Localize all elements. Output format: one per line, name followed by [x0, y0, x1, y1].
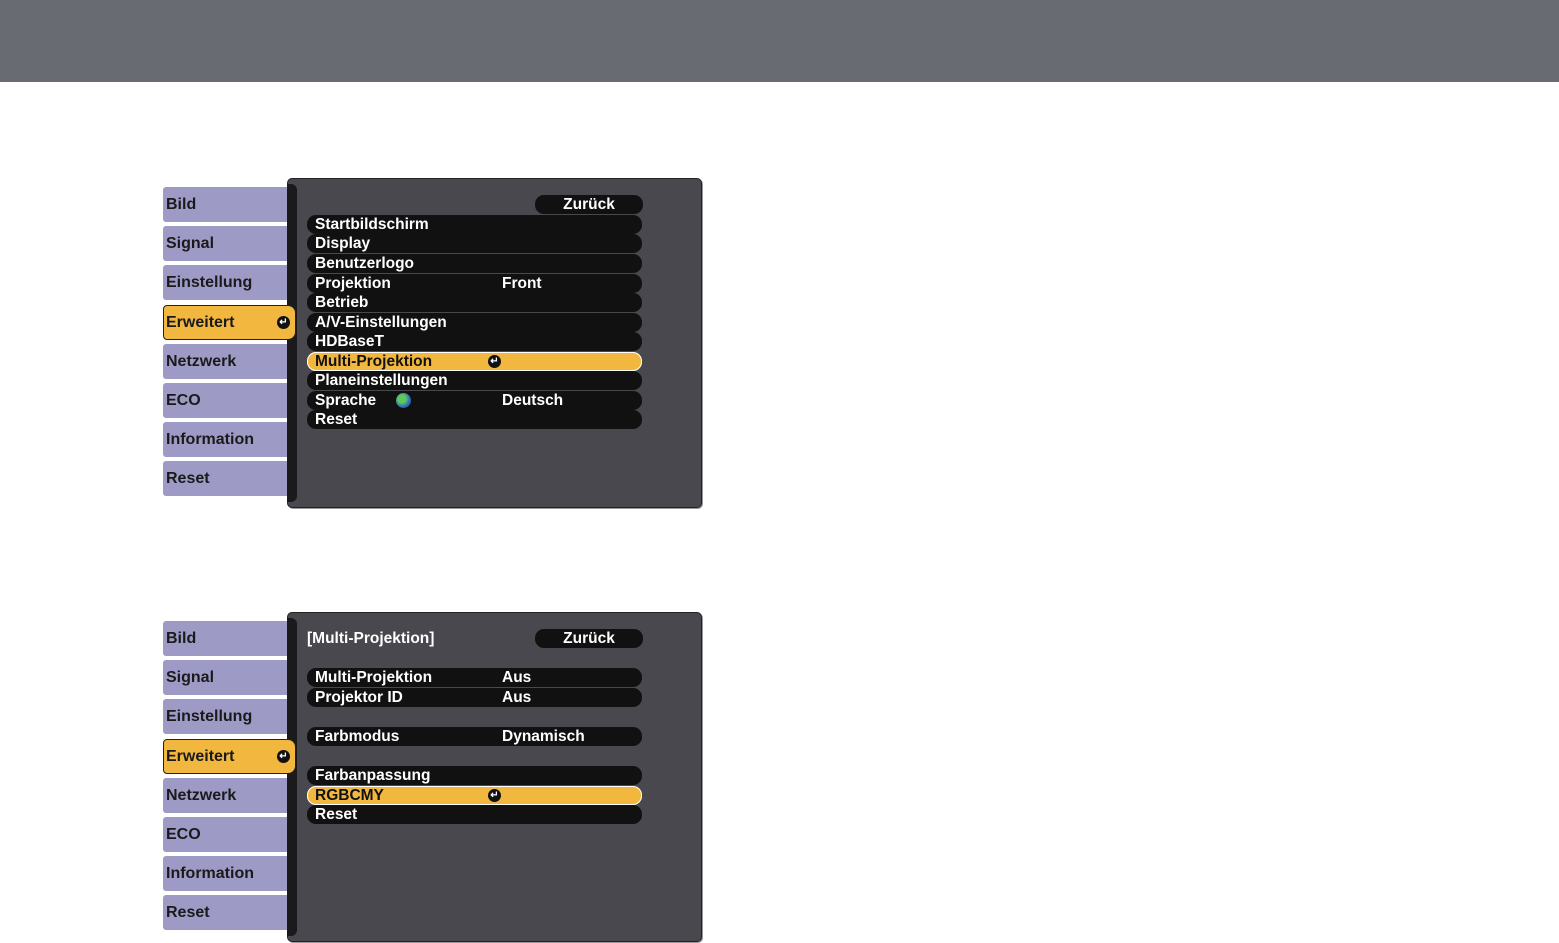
tab-label: Reset [166, 470, 210, 487]
menu-item[interactable]: Projektion Front [307, 274, 642, 293]
submenu-title: [Multi-Projektion] [307, 630, 435, 647]
tab-label: Signal [166, 235, 215, 252]
menu-item[interactable]: HDBaseT [307, 332, 642, 351]
tab-label: Netzwerk [166, 787, 237, 804]
menu-item-label: Farbmodus [315, 728, 400, 745]
tab-eco[interactable]: ECO [163, 817, 287, 852]
menu-item-label: Display [315, 235, 371, 252]
menu-item-label: Sprache [315, 392, 377, 409]
menu-item-label: A/V-Einstellungen [315, 314, 447, 331]
menu-item-value: Front [502, 275, 542, 292]
tab-label: Reset [166, 904, 210, 921]
menu-item[interactable]: Multi-Projektion Aus [307, 668, 642, 687]
tab-label: Erweitert [166, 314, 235, 331]
globe-icon [396, 393, 411, 408]
tab-information[interactable]: Information [163, 856, 287, 891]
tab-bild[interactable]: Bild [163, 621, 287, 656]
tab-reset[interactable]: Reset [163, 895, 287, 930]
menu-item[interactable]: Farbanpassung [307, 766, 642, 785]
back-button[interactable]: Zurück [535, 629, 643, 648]
tab-bild[interactable]: Bild [163, 187, 287, 222]
menu-item-label: Startbildschirm [315, 216, 429, 233]
tab-label: Einstellung [166, 708, 253, 725]
menu-item-value: Aus [502, 689, 532, 706]
tab-label: Bild [166, 630, 197, 647]
tab-label: Information [166, 431, 254, 448]
menu-item-label: Planeinstellungen [315, 372, 448, 389]
menu-item-label: Betrieb [315, 294, 369, 311]
enter-icon: ↵ [488, 355, 501, 368]
tab-signal[interactable]: Signal [163, 226, 287, 261]
menu-item-label: Multi-Projektion [315, 353, 433, 370]
menu-item[interactable]: RGBCMY ↵ [307, 786, 642, 805]
menu-item[interactable]: Benutzerlogo [307, 254, 642, 273]
tab-einstellung[interactable]: Einstellung [163, 265, 287, 300]
menu-item[interactable]: Reset [307, 805, 642, 824]
menu-item-label: Reset [315, 806, 358, 823]
menu-item-label: HDBaseT [315, 333, 384, 350]
tab-erweitert[interactable]: Erweitert ↵ [163, 305, 296, 340]
tab-label: Einstellung [166, 274, 253, 291]
menu-item[interactable]: Display [307, 234, 642, 253]
menu-item[interactable]: Sprache Deutsch [307, 391, 642, 410]
tab-label: Information [166, 865, 254, 882]
tab-label: Netzwerk [166, 353, 237, 370]
tab-label: Bild [166, 196, 197, 213]
menu-item[interactable]: Multi-Projektion ↵ [307, 352, 642, 371]
tab-netzwerk[interactable]: Netzwerk [163, 344, 287, 379]
tab-eco[interactable]: ECO [163, 383, 287, 418]
menu-item-label: Farbanpassung [315, 767, 431, 784]
menu-item-label: Projektor ID [315, 689, 403, 706]
enter-icon: ↵ [488, 789, 501, 802]
tab-label: Signal [166, 669, 215, 686]
tab-label: ECO [166, 826, 201, 843]
menu-item-label: Benutzerlogo [315, 255, 415, 272]
top-bar [0, 0, 1559, 82]
menu-item-label: Projektion [315, 275, 391, 292]
menu-screen-multi-projection: [Multi-Projektion] Zurück Bild Signal Eins… [163, 612, 703, 943]
panel-divider [287, 184, 297, 502]
menu-item-value: Aus [502, 669, 532, 686]
menu-item-value: Dynamisch [502, 728, 585, 745]
tab-netzwerk[interactable]: Netzwerk [163, 778, 287, 813]
menu-item-label: RGBCMY [315, 787, 384, 804]
menu-item-value: Deutsch [502, 392, 564, 409]
menu-item-label: Reset [315, 411, 358, 428]
menu-item[interactable]: Planeinstellungen [307, 371, 642, 390]
menu-screen-main: Zurück Bild Signal Einstellung Erweitert ↵ Ne… [163, 178, 703, 509]
menu-item[interactable]: Betrieb [307, 293, 642, 312]
menu-item[interactable]: A/V-Einstellungen [307, 313, 642, 332]
back-button[interactable]: Zurück [535, 195, 643, 214]
menu-item[interactable]: Projektor ID Aus [307, 688, 642, 707]
tab-signal[interactable]: Signal [163, 660, 287, 695]
tab-reset[interactable]: Reset [163, 461, 287, 496]
tab-einstellung[interactable]: Einstellung [163, 699, 287, 734]
tab-label: ECO [166, 392, 201, 409]
enter-icon: ↵ [277, 316, 290, 329]
panel-divider [287, 618, 297, 936]
tab-label: Erweitert [166, 748, 235, 765]
menu-item[interactable]: Startbildschirm [307, 215, 642, 234]
menu-item[interactable]: Reset [307, 410, 642, 429]
menu-item-label: Multi-Projektion [315, 669, 433, 686]
menu-item[interactable]: Farbmodus Dynamisch [307, 727, 642, 746]
tab-erweitert[interactable]: Erweitert ↵ [163, 739, 296, 774]
tab-information[interactable]: Information [163, 422, 287, 457]
enter-icon: ↵ [277, 750, 290, 763]
